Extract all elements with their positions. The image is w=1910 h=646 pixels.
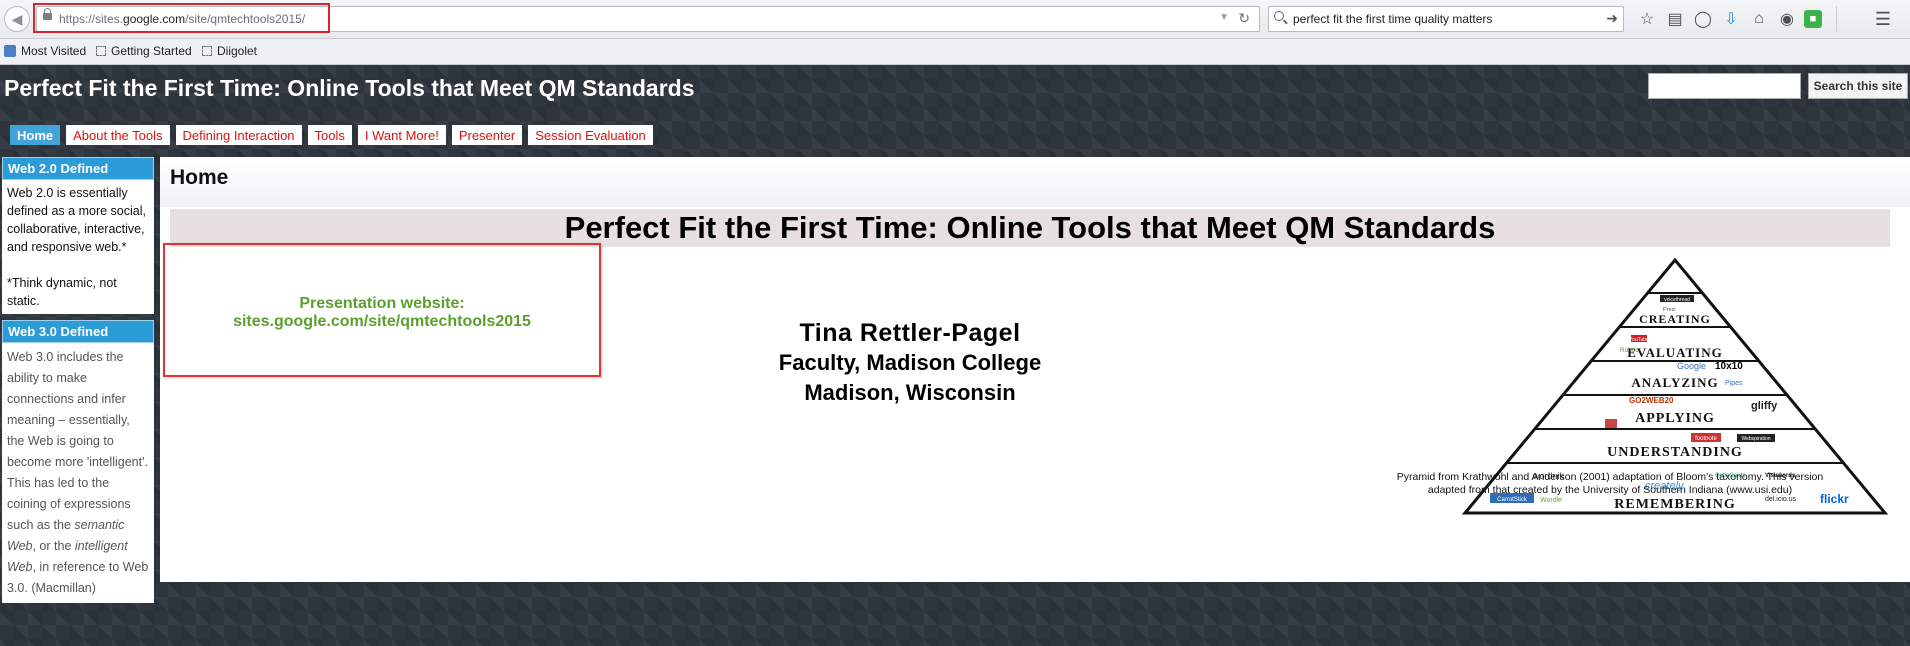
- browser-toolbar: ◀ https://sites.google.com/site/qmtechto…: [0, 0, 1910, 39]
- svg-text:Webspiration: Webspiration: [1741, 436, 1770, 442]
- presentation-url[interactable]: sites.google.com/site/qmtechtools2015: [165, 313, 599, 331]
- page-title: Home: [170, 166, 229, 189]
- sidebar: Web 2.0 Defined Web 2.0 is essentially d…: [2, 157, 154, 609]
- reload-icon[interactable]: ↻: [1238, 10, 1250, 27]
- presenter-location: Madison, Wisconsin: [804, 380, 1016, 405]
- content-header: Home: [160, 157, 1910, 207]
- svg-text:Wordle: Wordle: [1540, 497, 1562, 504]
- web3-gadget: Web 3.0 Defined Web 3.0 includes the abi…: [2, 320, 154, 603]
- web3-gadget-body: Web 3.0 includes the ability to make con…: [7, 350, 149, 595]
- banner-heading: Perfect Fit the First Time: Online Tools…: [170, 209, 1890, 247]
- nav-about-the-tools[interactable]: About the Tools: [66, 125, 170, 145]
- level-applying: APPLYING: [1635, 411, 1715, 426]
- web3-gadget-title: Web 3.0 Defined: [2, 320, 154, 343]
- most-visited-icon: [4, 45, 16, 57]
- svg-text:GO2WEB20: GO2WEB20: [1629, 396, 1674, 405]
- level-remembering: REMEMBERING: [1614, 497, 1735, 512]
- presenter-info: Tina Rettler-Pagel Faculty, Madison Coll…: [760, 319, 1060, 408]
- web2-gadget-title: Web 2.0 Defined: [2, 157, 154, 180]
- site-page: Perfect Fit the First Time: Online Tools…: [0, 65, 1910, 646]
- pocket-icon[interactable]: ◯: [1692, 8, 1714, 30]
- bookmark-page-icon: [96, 46, 106, 56]
- svg-text:10x10: 10x10: [1715, 361, 1743, 372]
- search-go-icon[interactable]: ➜: [1606, 10, 1618, 27]
- bookmark-getting-started[interactable]: Getting Started: [96, 44, 192, 58]
- site-search-input[interactable]: [1648, 73, 1801, 99]
- level-understanding: UNDERSTANDING: [1607, 445, 1743, 460]
- download-icon[interactable]: ⇩: [1720, 8, 1742, 30]
- search-query: perfect fit the first time quality matte…: [1293, 12, 1493, 26]
- site-nav: Home About the Tools Defining Interactio…: [10, 125, 653, 145]
- reading-list-icon[interactable]: ▤: [1664, 8, 1686, 30]
- back-button[interactable]: ◀: [4, 6, 30, 32]
- bookmarks-bar: Most Visited Getting Started Diigolet: [0, 39, 1910, 65]
- svg-text:del.icio.us: del.icio.us: [1765, 496, 1797, 503]
- web2-gadget: Web 2.0 Defined Web 2.0 is essentially d…: [2, 157, 154, 314]
- menu-icon[interactable]: ☰: [1872, 8, 1894, 30]
- search-icon: [1274, 11, 1284, 21]
- nav-presenter[interactable]: Presenter: [451, 125, 523, 145]
- svg-text:CarrotStick: CarrotStick: [1497, 497, 1528, 503]
- svg-text:YouTube: YouTube: [1629, 337, 1649, 343]
- bookmark-page-icon: [202, 46, 212, 56]
- maps-logo: [1605, 419, 1617, 428]
- toolbar-separator: [1836, 6, 1838, 32]
- nav-i-want-more[interactable]: I Want More!: [357, 125, 446, 145]
- svg-text:gliffy: gliffy: [1751, 400, 1778, 412]
- level-analyzing: ANALYZING: [1631, 375, 1718, 390]
- svg-text:voicethread: voicethread: [1664, 297, 1690, 303]
- pyramid-caption: Pyramid from Krathwohl and Anderson (200…: [1396, 471, 1824, 496]
- level-creating: CREATING: [1639, 312, 1711, 326]
- presenter-name: Tina Rettler-Pagel: [799, 319, 1021, 347]
- site-title[interactable]: Perfect Fit the First Time: Online Tools…: [4, 75, 695, 102]
- svg-text:footnote: footnote: [1695, 436, 1717, 442]
- presentation-website-box: Presentation website: sites.google.com/s…: [163, 243, 601, 377]
- nav-defining-interaction[interactable]: Defining Interaction: [175, 125, 302, 145]
- web2-gadget-body: Web 2.0 is essentially defined as a more…: [2, 180, 154, 314]
- svg-text:Google: Google: [1677, 361, 1706, 371]
- star-icon[interactable]: ☆: [1636, 8, 1658, 30]
- browser-search-bar[interactable]: perfect fit the first time quality matte…: [1268, 6, 1624, 32]
- presentation-label: Presentation website:: [299, 295, 465, 312]
- back-arrow-icon: ◀: [11, 10, 23, 27]
- svg-text:Pipes: Pipes: [1725, 380, 1743, 387]
- level-evaluating: EVALUATING: [1627, 345, 1722, 360]
- site-search-button[interactable]: Search this site: [1808, 73, 1908, 99]
- web2-note: *Think dynamic, not static.: [7, 276, 117, 308]
- presenter-role: Faculty, Madison College: [778, 350, 1042, 375]
- url-highlight-box: [33, 3, 330, 33]
- nav-home[interactable]: Home: [10, 125, 61, 145]
- bookmark-most-visited[interactable]: Most Visited: [4, 44, 86, 58]
- home-icon[interactable]: ⌂: [1748, 8, 1770, 30]
- nav-session-evaluation[interactable]: Session Evaluation: [528, 125, 653, 145]
- chat-icon[interactable]: ◉: [1776, 8, 1798, 30]
- bookmark-diigolet[interactable]: Diigolet: [202, 44, 257, 58]
- url-dropdown-icon[interactable]: ▼: [1219, 12, 1229, 23]
- web2-definition: Web 2.0 is essentially defined as a more…: [7, 186, 146, 254]
- nav-tools[interactable]: Tools: [307, 125, 352, 145]
- main-content: Home Perfect Fit the First Time: Online …: [160, 157, 1910, 582]
- extension-icon[interactable]: ■: [1804, 10, 1822, 28]
